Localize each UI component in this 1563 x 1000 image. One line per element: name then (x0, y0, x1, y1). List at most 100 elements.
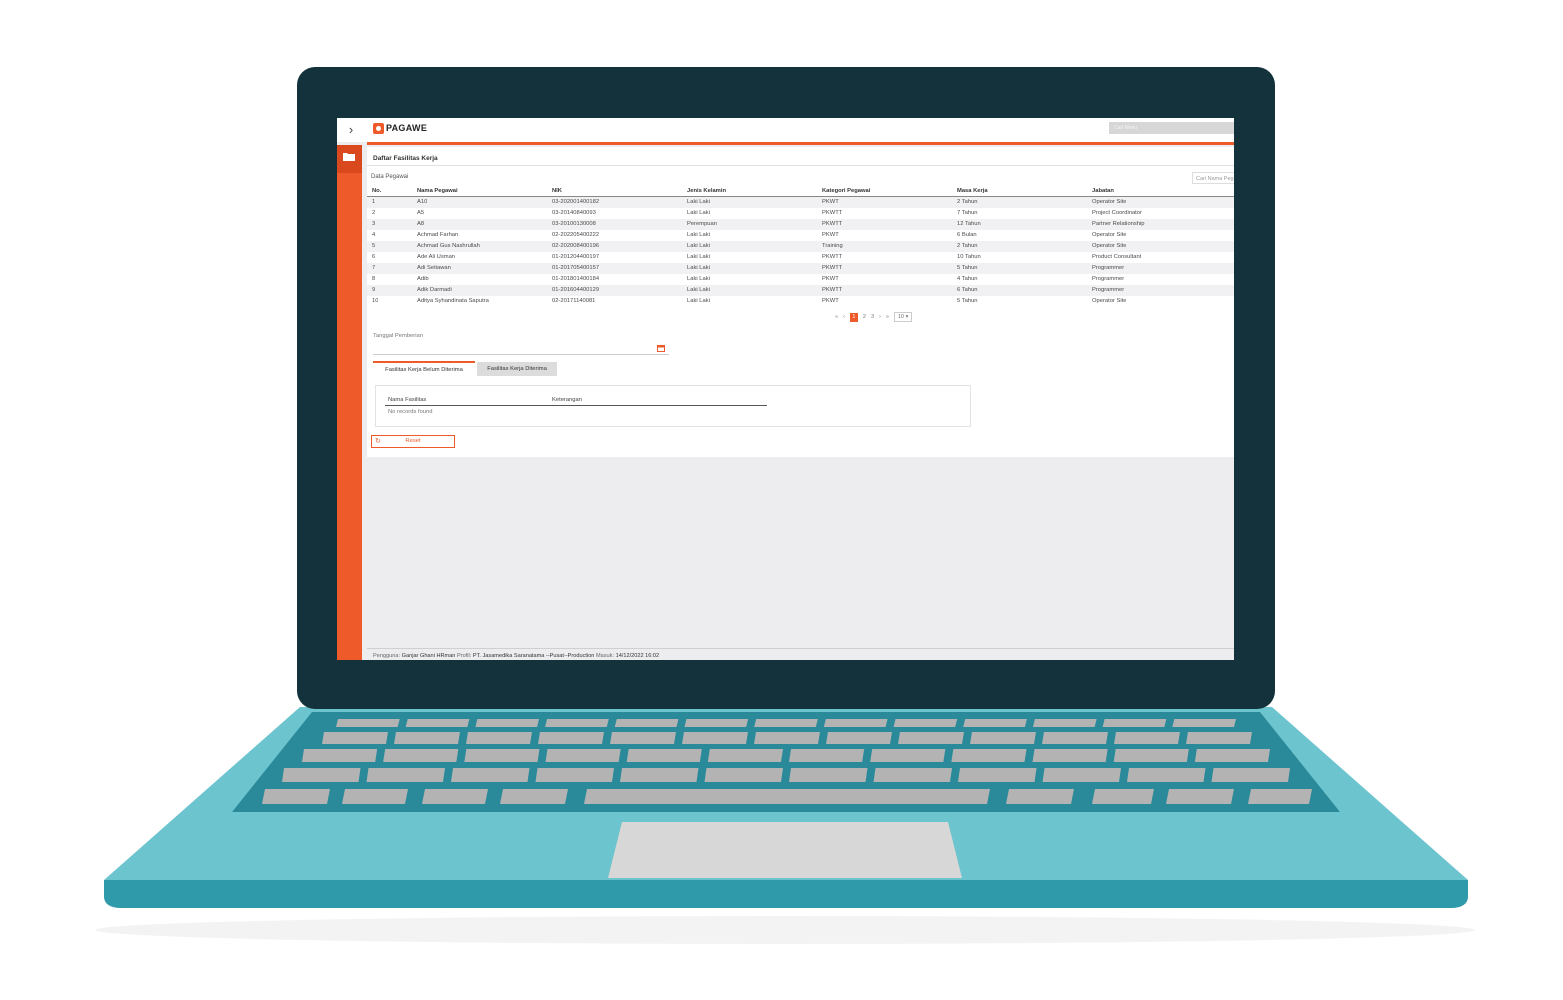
date-label: Tanggal Pemberian (373, 333, 423, 339)
key (958, 768, 1037, 782)
table-cell: 6 Bulan (957, 232, 977, 238)
table-cell: 7 (372, 265, 376, 271)
table-cell: Project Coordinator (1092, 210, 1142, 216)
key (500, 789, 568, 804)
table-row[interactable]: 4 Achmad Farhan 02-202205400222 Laki Laki PK… (367, 230, 1234, 241)
logo-text: PAGAWE (386, 123, 428, 133)
table-cell: PKWT (822, 276, 839, 282)
table-header: No. Nama Pegawai NIK Jenis Kelamin Kategori … (367, 186, 1234, 197)
table-row[interactable]: 1 A10 03-202001400182 Laki Laki PKWT 2 Tahun O… (367, 197, 1234, 208)
key (475, 719, 540, 727)
date-input[interactable] (373, 342, 669, 355)
key (1042, 732, 1108, 744)
table-row[interactable]: 7 Adi Setiawan 01-201705400157 Laki Laki PKW… (367, 263, 1234, 274)
profile-value: PT. Jasamedika Saranatama --Pusat--Produ… (472, 653, 595, 659)
key (898, 732, 964, 744)
key (545, 749, 621, 762)
top-bar (337, 118, 1234, 142)
page-size-select[interactable]: 10 ▾ (893, 312, 913, 322)
key (970, 732, 1036, 744)
first-page-button[interactable]: « (835, 314, 838, 320)
menu-search-input[interactable]: Cari Menu (1109, 122, 1234, 134)
key (1127, 768, 1206, 782)
key (754, 719, 818, 727)
table-cell: 01-201801400184 (552, 276, 600, 282)
key (451, 768, 530, 782)
key (535, 768, 614, 782)
table-cell: A10 (417, 199, 428, 205)
table-cell: 2 Tahun (957, 243, 978, 249)
page-button-3[interactable]: 3 (871, 314, 874, 320)
key (620, 768, 699, 782)
key (1211, 768, 1290, 782)
tab-belum-diterima[interactable]: Fasilitas Kerja Belum Diterima (373, 361, 475, 377)
table-cell: Operator Site (1092, 199, 1127, 205)
app-logo[interactable]: PAGAWE (373, 121, 427, 135)
table-cell: Operator Site (1092, 232, 1127, 238)
chevron-right-icon[interactable]: › (343, 121, 359, 139)
table-cell: 2 Tahun (957, 199, 978, 205)
key (1114, 732, 1180, 744)
page-button-1[interactable]: 1 (849, 312, 858, 322)
reset-button[interactable]: ↻ Reset (371, 435, 455, 448)
prev-page-button[interactable]: ‹ (843, 314, 845, 320)
table-cell: 10 Tahun (957, 254, 981, 260)
reset-label: Reset (405, 438, 421, 444)
key (1248, 789, 1312, 804)
key (754, 732, 820, 744)
login-time: 14/12/2022 16:02 (615, 653, 660, 659)
divider (367, 165, 1234, 166)
table-cell: Achmad Farhan (417, 232, 459, 238)
page-button-2[interactable]: 2 (863, 314, 866, 320)
folder-icon[interactable] (343, 152, 355, 161)
section-label: Data Pegawai (371, 174, 409, 180)
table-cell: Laki Laki (687, 298, 710, 304)
employee-table: No. Nama Pegawai NIK Jenis Kelamin Kategori … (367, 186, 1234, 307)
calendar-icon[interactable] (657, 344, 665, 352)
table-cell: A5 (417, 210, 425, 216)
table-cell: 9 (372, 287, 376, 293)
key (1092, 789, 1154, 804)
key (704, 768, 783, 782)
empty-message: No records found (388, 409, 433, 415)
table-cell: Programmer (1092, 276, 1125, 282)
key (610, 732, 676, 744)
status-footer: Pengguna: Ganjar Ghani HRman Profil: PT.… (373, 653, 659, 659)
key (383, 749, 459, 762)
key (464, 749, 540, 762)
page-title: Daftar Fasilitas Kerja (373, 155, 438, 162)
key (826, 732, 892, 744)
table-row[interactable]: 8 Adib 01-201801400184 Laki Laki PKWT 4 Tahun… (367, 274, 1234, 285)
table-cell: PKWTT (822, 221, 843, 227)
table-row[interactable]: 2 A5 03-20140840093 Laki Laki PKWTT 7 Tahun Pr… (367, 208, 1234, 219)
table-row[interactable]: 6 Ade Ali Usman 01-201204400197 Laki Laki PK… (367, 252, 1234, 263)
table-cell: 6 (372, 254, 376, 260)
employee-search-input[interactable]: Cari Nama Pegawai (1192, 172, 1234, 184)
tab-diterima[interactable]: Fasilitas Kerja Diterima (477, 362, 557, 376)
next-page-button[interactable]: › (879, 314, 881, 320)
app-screen: › PAGAWE Cari Menu Daftar Fasilitas Kerj… (337, 118, 1234, 660)
facility-panel (375, 385, 971, 427)
table-cell: 03-20100130008 (552, 221, 596, 227)
table-cell: Partner Relationship (1092, 221, 1145, 227)
table-cell: Programmer (1092, 265, 1125, 271)
table-cell: Laki Laki (687, 265, 710, 271)
table-row[interactable]: 5 Achmad Gus Nashrullah 02-202008400196 Lak… (367, 241, 1234, 252)
table-cell: Kategori Pegawai (822, 188, 871, 194)
table-cell: Nama Pegawai (417, 188, 458, 194)
table-cell: PKWTT (822, 287, 843, 293)
table-cell: Aditya Syhandinata Saputra (417, 298, 489, 304)
table-row[interactable]: 9 Adik Darmadi 01-201604400129 Laki Laki PKW… (367, 285, 1234, 296)
last-page-button[interactable]: » (886, 314, 889, 320)
table-cell: Product Consultant (1092, 254, 1142, 260)
table-row[interactable]: 10 Aditya Syhandinata Saputra 02-201711400… (367, 296, 1234, 307)
key (870, 749, 946, 762)
table-cell: 01-201705400157 (552, 265, 600, 271)
table-cell: 02-202205400222 (552, 232, 600, 238)
key (1042, 768, 1121, 782)
table-cell: PKWT (822, 199, 839, 205)
facility-note-header: Keterangan (552, 397, 582, 403)
table-cell: 01-201204400197 (552, 254, 600, 260)
table-row[interactable]: 3 A8 03-20100130008 Perempuan PKWTT 12 Tahun P… (367, 219, 1234, 230)
key (302, 749, 378, 762)
